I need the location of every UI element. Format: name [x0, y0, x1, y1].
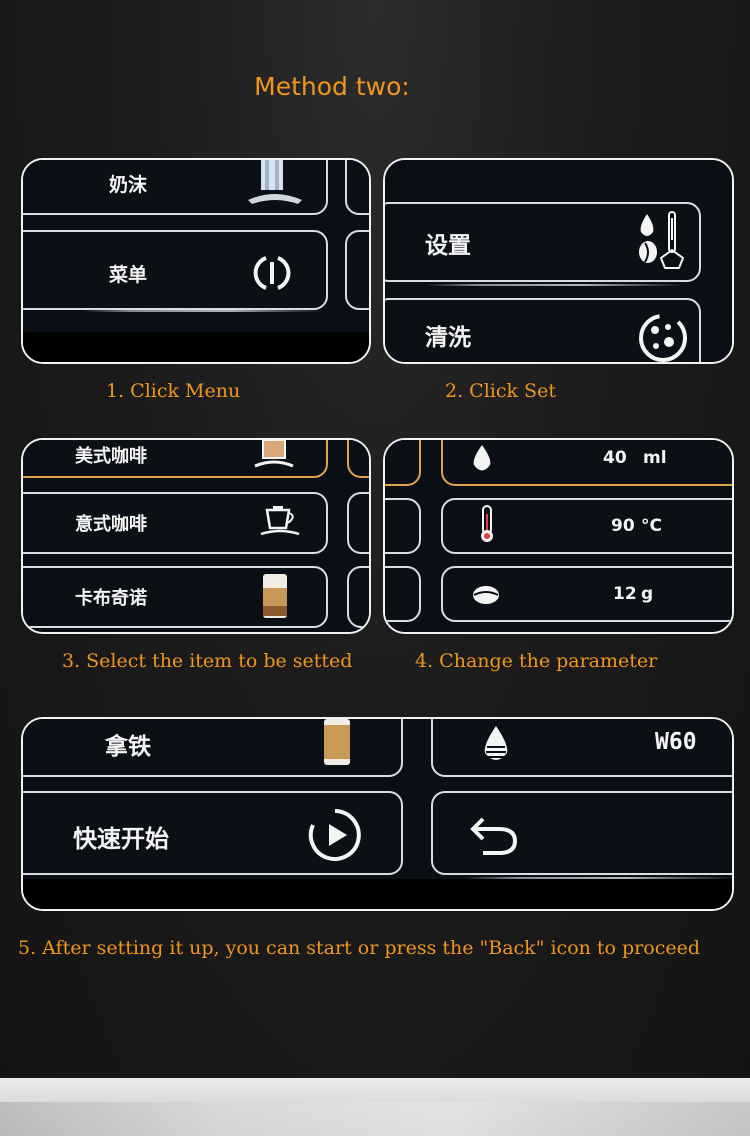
- thermometer-icon: [479, 504, 495, 544]
- adjacent-button[interactable]: [347, 492, 369, 554]
- adjacent-button[interactable]: [345, 230, 369, 310]
- screen-panel-drinks: 美式咖啡 意式咖啡 卡布奇诺: [21, 438, 371, 634]
- screen-panel-start: 拿铁 W60 快速开始: [21, 717, 734, 911]
- screen-panel-parameters: 40 ml 90 °C 12 g: [383, 438, 734, 634]
- water-volume-unit: ml: [643, 448, 667, 468]
- quick-start-label: 快速开始: [73, 825, 169, 853]
- temperature-value: 90: [611, 516, 635, 536]
- screen-panel-menu: 奶沫 菜单: [21, 158, 371, 364]
- screen-panel-settings: 设置 清洗: [383, 158, 734, 364]
- cappuccino-glass-icon: [261, 572, 289, 620]
- clean-label: 清洗: [425, 325, 471, 351]
- espresso-label: 意式咖啡: [75, 514, 147, 535]
- step1-caption: 1. Click Menu: [106, 380, 241, 402]
- water-drop-icon: [471, 444, 493, 474]
- adjacent-button[interactable]: [347, 566, 369, 628]
- adjacent-button[interactable]: [385, 566, 421, 622]
- power-cycle-icon: [249, 250, 295, 296]
- adjacent-button[interactable]: [347, 440, 369, 478]
- settings-label: 设置: [425, 233, 471, 259]
- cappuccino-label: 卡布奇诺: [75, 588, 147, 609]
- play-start-icon[interactable]: [307, 807, 363, 863]
- bottom-background-strip: [0, 1078, 750, 1136]
- temperature-unit: °C: [641, 516, 662, 536]
- latte-label: 拿铁: [105, 734, 151, 760]
- back-arrow-icon[interactable]: [469, 811, 521, 857]
- bean-amount-unit: g: [641, 584, 654, 604]
- bean-amount-value: 12: [613, 584, 637, 604]
- step3-caption: 3. Select the item to be setted: [62, 650, 353, 672]
- cleaning-icon: [635, 310, 691, 362]
- step4-caption: 4. Change the parameter: [415, 650, 658, 672]
- page-title: Method two:: [254, 72, 410, 101]
- milk-foam-cup-icon: [246, 160, 304, 206]
- water-hardness-drop-icon: [481, 725, 511, 765]
- step2-caption: 2. Click Set: [445, 380, 556, 402]
- water-hardness-value: W60: [655, 729, 697, 755]
- menu-label: 菜单: [109, 264, 148, 286]
- adjacent-button[interactable]: [385, 498, 421, 554]
- latte-glass-icon: [320, 719, 354, 767]
- coffee-bean-icon: [471, 584, 501, 606]
- step5-caption: 5. After setting it up, you can start or…: [18, 937, 700, 959]
- adjacent-button[interactable]: [345, 160, 369, 215]
- americano-cup-icon: [251, 440, 297, 470]
- espresso-cup-icon: [257, 504, 303, 538]
- settings-drop-bean-temp-icon: [635, 210, 697, 272]
- americano-label: 美式咖啡: [75, 446, 147, 467]
- adjacent-button[interactable]: [385, 440, 421, 486]
- water-volume-value: 40: [603, 448, 627, 468]
- milk-foam-label: 奶沫: [109, 174, 148, 196]
